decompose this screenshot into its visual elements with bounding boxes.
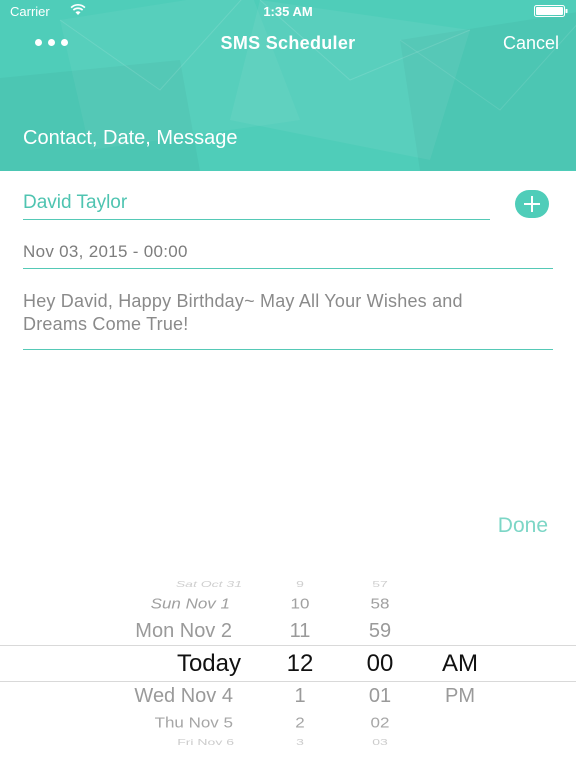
- picker-minute[interactable]: 57: [350, 579, 410, 589]
- picker-hour[interactable]: 10: [272, 596, 328, 613]
- picker-day[interactable]: Mon Nov 2: [60, 620, 232, 643]
- picker-minute[interactable]: 59: [350, 620, 410, 643]
- header-subtitle: Contact, Date, Message: [23, 127, 238, 149]
- picker-hour[interactable]: 2: [272, 714, 328, 732]
- picker-hour[interactable]: 3: [272, 737, 328, 747]
- date-field[interactable]: Nov 03, 2015 - 00:00: [23, 241, 553, 269]
- picker-day[interactable]: Thu Nov 5: [60, 714, 233, 732]
- picker-minute-selected[interactable]: 00: [350, 650, 410, 678]
- plus-icon: [524, 196, 540, 212]
- header: Carrier 1:35 AM SMS Scheduler Cancel Con…: [0, 0, 576, 171]
- picker-minute[interactable]: 02: [350, 714, 410, 732]
- picker-day[interactable]: Sun Nov 1: [60, 596, 230, 613]
- picker-minute[interactable]: 03: [350, 737, 410, 747]
- message-field[interactable]: Hey David, Happy Birthday~ May All Your …: [23, 290, 553, 350]
- date-time-picker[interactable]: Sat Oct 31 Sun Nov 1 Mon Nov 2 Today Wed…: [0, 572, 576, 768]
- picker-day[interactable]: Wed Nov 4: [60, 685, 233, 708]
- picker-minute[interactable]: 01: [350, 685, 410, 708]
- picker-day[interactable]: Sat Oct 31: [60, 579, 242, 589]
- cancel-button[interactable]: Cancel: [503, 33, 559, 54]
- contact-value: David Taylor: [23, 192, 128, 213]
- nav-title: SMS Scheduler: [220, 33, 356, 53]
- battery-icon: [534, 5, 568, 17]
- picker-hour[interactable]: 1: [272, 685, 328, 708]
- picker-day-selected[interactable]: Today: [60, 650, 241, 678]
- picker-period-selected[interactable]: AM: [430, 650, 490, 678]
- nav-bar: SMS Scheduler Cancel: [0, 22, 576, 66]
- message-value: Hey David, Happy Birthday~ May All Your …: [23, 291, 463, 334]
- status-bar: Carrier 1:35 AM: [0, 0, 576, 22]
- picker-hour[interactable]: 9: [272, 579, 328, 589]
- picker-minute[interactable]: 58: [350, 596, 410, 613]
- picker-hour[interactable]: 11: [272, 620, 328, 643]
- add-contact-button[interactable]: [515, 190, 549, 218]
- picker-period[interactable]: PM: [430, 685, 490, 708]
- status-time: 1:35 AM: [263, 4, 313, 19]
- date-value: Nov 03, 2015 - 00:00: [23, 242, 188, 261]
- contact-field[interactable]: David Taylor: [23, 192, 490, 220]
- picker-day[interactable]: Fri Nov 6: [60, 737, 234, 747]
- done-button[interactable]: Done: [498, 514, 548, 538]
- picker-hour-selected[interactable]: 12: [272, 650, 328, 678]
